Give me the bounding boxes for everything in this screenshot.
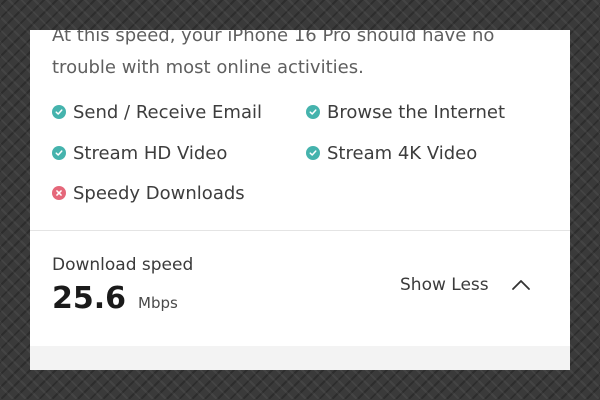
show-less-button[interactable]: Show Less	[400, 275, 531, 295]
feature-label: Browse the Internet	[327, 101, 505, 123]
feature-browse-internet: Browse the Internet	[306, 100, 505, 124]
feature-speedy-downloads: Speedy Downloads	[52, 181, 245, 205]
download-speed-section: Download speed 25.6 Mbps Show Less	[30, 231, 570, 346]
speed-description: At this speed, your iPhone 16 Pro should…	[52, 30, 552, 84]
feature-label: Stream HD Video	[73, 142, 228, 164]
check-circle-icon	[306, 146, 320, 160]
feature-label: Send / Receive Email	[73, 101, 262, 123]
speed-description-line-1: At this speed, your iPhone 16 Pro should…	[52, 30, 495, 46]
x-circle-icon	[52, 186, 66, 200]
feature-stream-4k-video: Stream 4K Video	[306, 141, 477, 165]
card-footer-strip	[30, 346, 570, 370]
check-circle-icon	[52, 105, 66, 119]
speed-description-line-2: trouble with most online activities.	[52, 57, 364, 78]
check-circle-icon	[52, 146, 66, 160]
show-less-label: Show Less	[400, 275, 489, 295]
feature-send-receive-email: Send / Receive Email	[52, 100, 262, 124]
speed-results-card: At this speed, your iPhone 16 Pro should…	[30, 30, 570, 370]
chevron-up-icon	[511, 280, 530, 290]
download-speed-caption: Download speed	[52, 255, 194, 275]
feature-label: Speedy Downloads	[73, 182, 245, 204]
download-speed-readout: 25.6 Mbps	[52, 281, 178, 316]
feature-stream-hd-video: Stream HD Video	[52, 141, 227, 165]
check-circle-icon	[306, 105, 320, 119]
download-speed-value: 25.6	[52, 281, 127, 316]
download-speed-unit: Mbps	[138, 294, 178, 312]
feature-label: Stream 4K Video	[327, 142, 478, 164]
